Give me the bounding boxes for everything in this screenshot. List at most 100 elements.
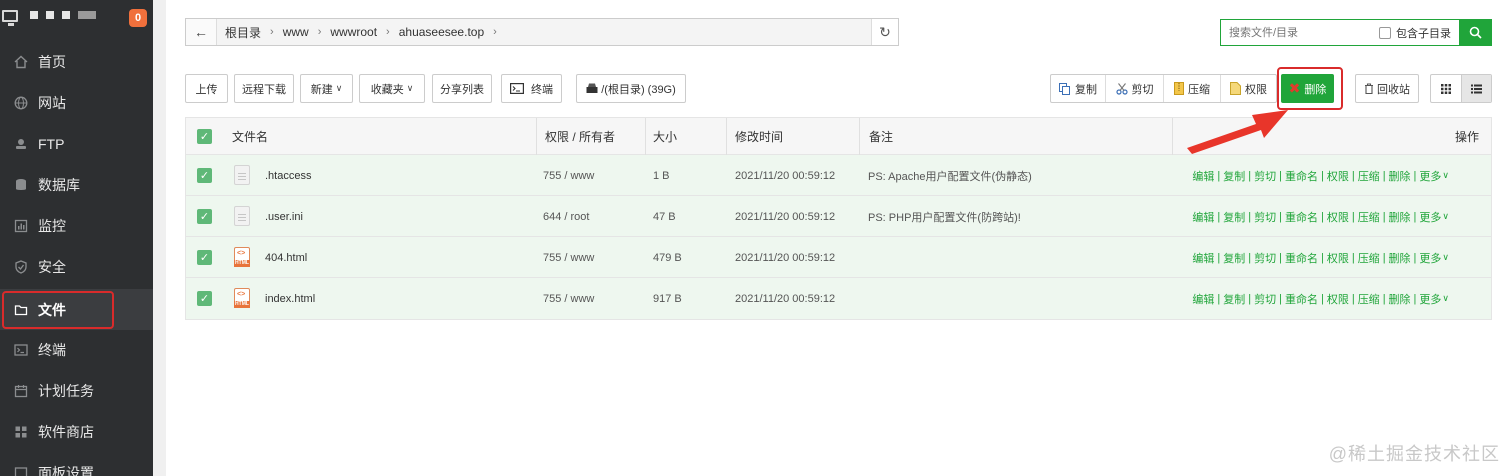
row-checkbox[interactable]: ✓ [197,278,212,319]
file-permission[interactable]: 755 / www [543,237,594,278]
chevron-down-icon: ∨ [335,83,343,93]
op-copy[interactable]: 复制 [1223,209,1245,225]
op-compress[interactable]: 压缩 [1358,168,1380,184]
op-edit[interactable]: 编辑 [1192,291,1214,307]
home-icon [13,54,28,69]
op-cut[interactable]: 剪切 [1254,250,1276,266]
breadcrumb-root[interactable]: 根目录 [225,24,261,41]
row-checkbox[interactable]: ✓ [197,237,212,278]
favorites-button[interactable]: 收藏夹 ∨ [359,74,425,103]
ftp-icon [13,136,28,151]
op-compress[interactable]: 压缩 [1358,209,1380,225]
new-button[interactable]: 新建 ∨ [300,74,353,103]
op-permission[interactable]: 权限 [1327,168,1349,184]
recycle-bin-button[interactable]: 回收站 [1355,74,1419,103]
permission-button[interactable]: 权限 [1221,75,1276,102]
compress-button[interactable]: 压缩 [1164,75,1221,102]
search-box: 包含子目录 [1220,19,1492,46]
upload-button[interactable]: 上传 [185,74,228,103]
op-cut[interactable]: 剪切 [1254,291,1276,307]
op-copy[interactable]: 复制 [1223,168,1245,184]
copy-button[interactable]: 复制 [1051,75,1106,102]
op-more[interactable]: 更多 [1419,250,1441,266]
file-name[interactable]: .user.ini [265,196,303,237]
op-compress[interactable]: 压缩 [1358,291,1380,307]
op-edit[interactable]: 编辑 [1192,168,1214,184]
sidebar-item-home[interactable]: 首页 [0,41,153,82]
table-row[interactable]: ✓ <> HTML 404.html 755 / www 479 B 2021/1… [186,237,1491,278]
back-button[interactable]: ← [186,19,217,45]
op-delete[interactable]: 删除 [1389,291,1411,307]
search-button[interactable] [1459,20,1491,45]
cut-button[interactable]: 剪切 [1106,75,1164,102]
header-permission[interactable]: 权限 / 所有者 [545,118,615,155]
sidebar: 0 首页 网站 FTP 数据库 监控 安全 文件 终端 计划任务 软件商店 面板… [0,0,153,476]
op-delete[interactable]: 删除 [1389,250,1411,266]
sidebar-item-files[interactable]: 文件 [0,289,153,330]
delete-button[interactable]: ✖ 删除 [1281,74,1334,103]
sidebar-item-security[interactable]: 安全 [0,246,153,287]
file-permission[interactable]: 644 / root [543,196,589,237]
sidebar-item-cron[interactable]: 计划任务 [0,370,153,411]
header-size[interactable]: 大小 [653,118,677,155]
op-edit[interactable]: 编辑 [1192,209,1214,225]
sidebar-item-label: 首页 [38,53,66,70]
header-ops: 操作 [1454,130,1479,144]
op-rename[interactable]: 重命名 [1285,291,1318,307]
breadcrumb-wwwroot[interactable]: wwwroot [330,25,377,39]
sidebar-item-settings[interactable]: 面板设置 [0,452,153,476]
header-mtime[interactable]: 修改时间 [735,118,783,155]
op-cut[interactable]: 剪切 [1254,209,1276,225]
share-list-button[interactable]: 分享列表 [432,74,492,103]
op-permission[interactable]: 权限 [1327,250,1349,266]
notification-badge[interactable]: 0 [129,9,147,27]
search-input[interactable] [1221,20,1373,45]
op-permission[interactable]: 权限 [1327,209,1349,225]
op-more[interactable]: 更多 [1419,209,1441,225]
sidebar-item-monitor[interactable]: 监控 [0,205,153,246]
file-permission[interactable]: 755 / www [543,155,594,196]
compress-label: 压缩 [1188,83,1210,96]
breadcrumb-site[interactable]: ahuaseesee.top [399,25,484,39]
op-rename[interactable]: 重命名 [1285,250,1318,266]
op-rename[interactable]: 重命名 [1285,209,1318,225]
list-view-button[interactable] [1461,75,1491,102]
op-delete[interactable]: 删除 [1389,168,1411,184]
remote-download-button[interactable]: 远程下载 [234,74,294,103]
table-row[interactable]: ✓ .htaccess 755 / www 1 B 2021/11/20 00:… [186,155,1491,196]
op-compress[interactable]: 压缩 [1358,250,1380,266]
select-all-checkbox[interactable]: ✓ [197,118,212,155]
op-copy[interactable]: 复制 [1223,250,1245,266]
op-more[interactable]: 更多 [1419,168,1441,184]
refresh-button[interactable]: ↻ [871,19,898,45]
op-more[interactable]: 更多 [1419,291,1441,307]
disk-button[interactable]: /(根目录) (39G) [576,74,686,103]
terminal-button[interactable]: 终端 [501,74,562,103]
row-checkbox[interactable]: ✓ [197,155,212,196]
sidebar-item-database[interactable]: 数据库 [0,164,153,205]
sidebar-item-ftp[interactable]: FTP [0,123,153,164]
op-copy[interactable]: 复制 [1223,291,1245,307]
breadcrumb-www[interactable]: www [283,25,309,39]
file-permission[interactable]: 755 / www [543,278,594,319]
op-cut[interactable]: 剪切 [1254,168,1276,184]
include-subdir-checkbox[interactable]: 包含子目录 [1379,25,1451,41]
header-name[interactable]: 文件名 [232,118,268,155]
table-row[interactable]: ✓ .user.ini 644 / root 47 B 2021/11/20 0… [186,196,1491,237]
chevron-right-icon: › [317,26,322,38]
op-rename[interactable]: 重命名 [1285,168,1318,184]
op-delete[interactable]: 删除 [1389,209,1411,225]
sidebar-item-terminal[interactable]: 终端 [0,329,153,370]
file-name[interactable]: 404.html [265,237,307,278]
file-name[interactable]: index.html [265,278,315,319]
row-checkbox[interactable]: ✓ [197,196,212,237]
grid-view-button[interactable] [1431,75,1461,102]
table-row[interactable]: ✓ <> HTML index.html 755 / www 917 B 2021… [186,278,1491,319]
file-name[interactable]: .htaccess [265,155,311,196]
op-permission[interactable]: 权限 [1327,291,1349,307]
sidebar-item-website[interactable]: 网站 [0,82,153,123]
sidebar-item-store[interactable]: 软件商店 [0,411,153,452]
op-edit[interactable]: 编辑 [1192,250,1214,266]
sidebar-item-label: 面板设置 [38,464,94,476]
file-action-group: 复制 剪切 压缩 权限 [1050,74,1277,103]
